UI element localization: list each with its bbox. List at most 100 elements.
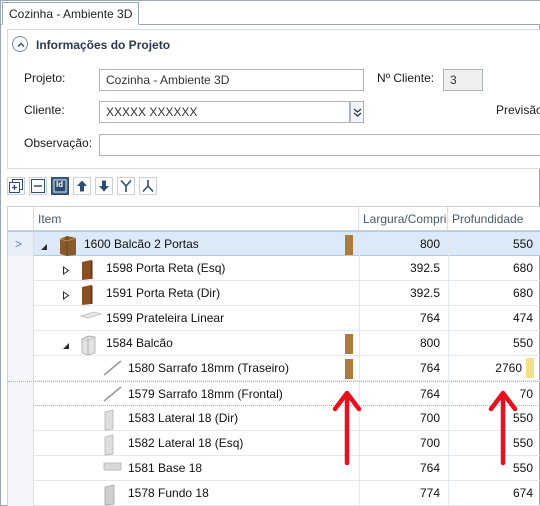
panel-header: Informações do Projeto [8,30,540,56]
profundidade-cell[interactable]: 550 [448,336,533,350]
projeto-label: Projeto: [24,71,66,85]
table-row[interactable]: >1600 Balcão 2 Portas 800 550 [8,231,540,257]
largura-cell[interactable]: 774 [359,486,440,500]
item-label: 1600 Balcão 2 Portas [84,237,199,251]
item-name: Lateral 18 (Dir) [158,411,239,425]
item-label: 1581 Base 18 [128,461,202,475]
expand-node-icon[interactable] [62,289,70,300]
item-label: 1580 Sarrafo 18mm (Traseiro) [128,361,289,375]
profundidade-cell[interactable]: 550 [448,237,533,251]
profundidade-cell[interactable]: 474 [448,311,533,325]
row-indicator[interactable] [8,431,34,456]
collapse-all-button[interactable] [29,177,47,195]
item-id: 1600 [84,237,111,251]
material-color-swatch [345,359,353,379]
row-indicator[interactable] [8,356,34,381]
table-row[interactable]: 1578 Fundo 18 774 674 [8,481,540,506]
largura-cell[interactable]: 764 [359,461,440,475]
back-panel-icon [102,484,118,506]
collapse-panel-button[interactable] [12,36,28,52]
merge-icon [120,179,132,192]
row-indicator[interactable] [8,306,34,331]
tab-project[interactable]: Cozinha - Ambiente 3D [2,2,140,25]
nocliente-label: Nº Cliente: [377,71,435,85]
table-row[interactable]: 1582 Lateral 18 (Esq) 700 550 [8,431,540,456]
row-indicator[interactable] [8,456,34,481]
cliente-select[interactable]: XXXXX XXXXXX [99,101,350,123]
base-icon [102,459,124,476]
profundidade-cell[interactable]: 2760 [448,361,522,375]
projeto-field[interactable]: Cozinha - Ambiente 3D [99,69,364,91]
move-down-button[interactable] [95,177,113,195]
largura-cell[interactable]: 764 [359,361,440,375]
largura-cell[interactable]: 392.5 [359,261,440,275]
expand-all-button[interactable] [7,177,25,195]
column-header-profundidade[interactable]: Profundidade [448,207,540,231]
move-up-button[interactable] [73,177,91,195]
material-color-swatch [345,235,353,255]
modified-value-marker [526,358,534,378]
item-id: 1591 [106,286,133,300]
annotation-arrow-left [332,390,362,466]
largura-cell[interactable]: 392.5 [359,286,440,300]
annotation-arrow-right [488,390,518,466]
arrow-down-icon [99,180,109,192]
largura-cell[interactable]: 800 [359,336,440,350]
table-row[interactable]: 1579 Sarrafo 18mm (Frontal) 764 70 [8,381,540,407]
shelf-icon [79,309,103,326]
observacao-field[interactable] [99,134,540,156]
largura-cell[interactable]: 800 [359,237,440,251]
item-label: 1583 Lateral 18 (Dir) [128,411,238,425]
panel-title: Informações do Projeto [36,38,171,52]
double-chevron-down-icon [353,108,362,117]
column-header-largura[interactable]: Largura/Compri [359,207,448,231]
row-indicator[interactable] [8,281,34,306]
project-info-panel: Informações do Projeto Projeto: Cozinha … [7,29,540,169]
item-id: 1583 [128,411,155,425]
row-indicator[interactable] [8,331,34,356]
nocliente-field: 3 [443,69,483,91]
item-name: Lateral 18 (Esq) [158,436,244,450]
observacao-label: Observação: [24,136,93,150]
row-indicator[interactable] [8,406,34,431]
item-id: 1578 [128,486,155,500]
largura-cell[interactable]: 764 [359,387,440,401]
arrow-up-icon [77,180,87,192]
merge-button[interactable] [117,177,135,195]
split-button[interactable] [139,177,157,195]
item-name: Sarrafo 18mm (Traseiro) [158,361,289,375]
profundidade-cell[interactable]: 674 [448,486,533,500]
column-header-item[interactable]: Item [34,207,359,231]
batten-icon [102,385,124,406]
item-label: 1584 Balcão [106,336,173,350]
table-row[interactable]: 1599 Prateleira Linear 764 474 [8,306,540,331]
row-indicator[interactable]: > [8,232,34,257]
collapse-node-icon[interactable] [62,339,70,349]
id-label: Id [56,180,64,189]
largura-cell[interactable]: 700 [359,436,440,450]
row-indicator[interactable] [8,382,34,407]
cliente-dropdown-button[interactable] [350,101,364,123]
item-id: 1579 [128,387,155,401]
largura-cell[interactable]: 764 [359,311,440,325]
table-row[interactable]: 1580 Sarrafo 18mm (Traseiro) 764 2760 [8,356,540,381]
item-name: Porta Reta (Esq) [136,261,226,275]
table-row[interactable]: 1591 Porta Reta (Dir) 392.5 680 [8,281,540,306]
item-name: Balcão 2 Portas [114,237,199,251]
profundidade-cell[interactable]: 680 [448,286,533,300]
profundidade-cell[interactable]: 680 [448,261,533,275]
table-row[interactable]: 1581 Base 18 764 550 [8,456,540,481]
expand-node-icon[interactable] [62,264,70,275]
table-row[interactable]: 1583 Lateral 18 (Dir) 700 550 [8,406,540,431]
row-indicator[interactable] [8,256,34,281]
item-name: Balcão [136,336,173,350]
largura-cell[interactable]: 700 [359,411,440,425]
id-toggle-button[interactable]: Id [51,177,69,195]
collapse-node-icon[interactable] [40,240,48,250]
row-indicator[interactable] [8,481,34,506]
current-row-icon: > [15,237,23,251]
table-row[interactable]: 1598 Porta Reta (Esq) 392.5 680 [8,256,540,281]
item-name: Prateleira Linear [136,311,225,325]
table-row[interactable]: 1584 Balcão 800 550 [8,331,540,356]
row-indicator-header [8,207,34,231]
